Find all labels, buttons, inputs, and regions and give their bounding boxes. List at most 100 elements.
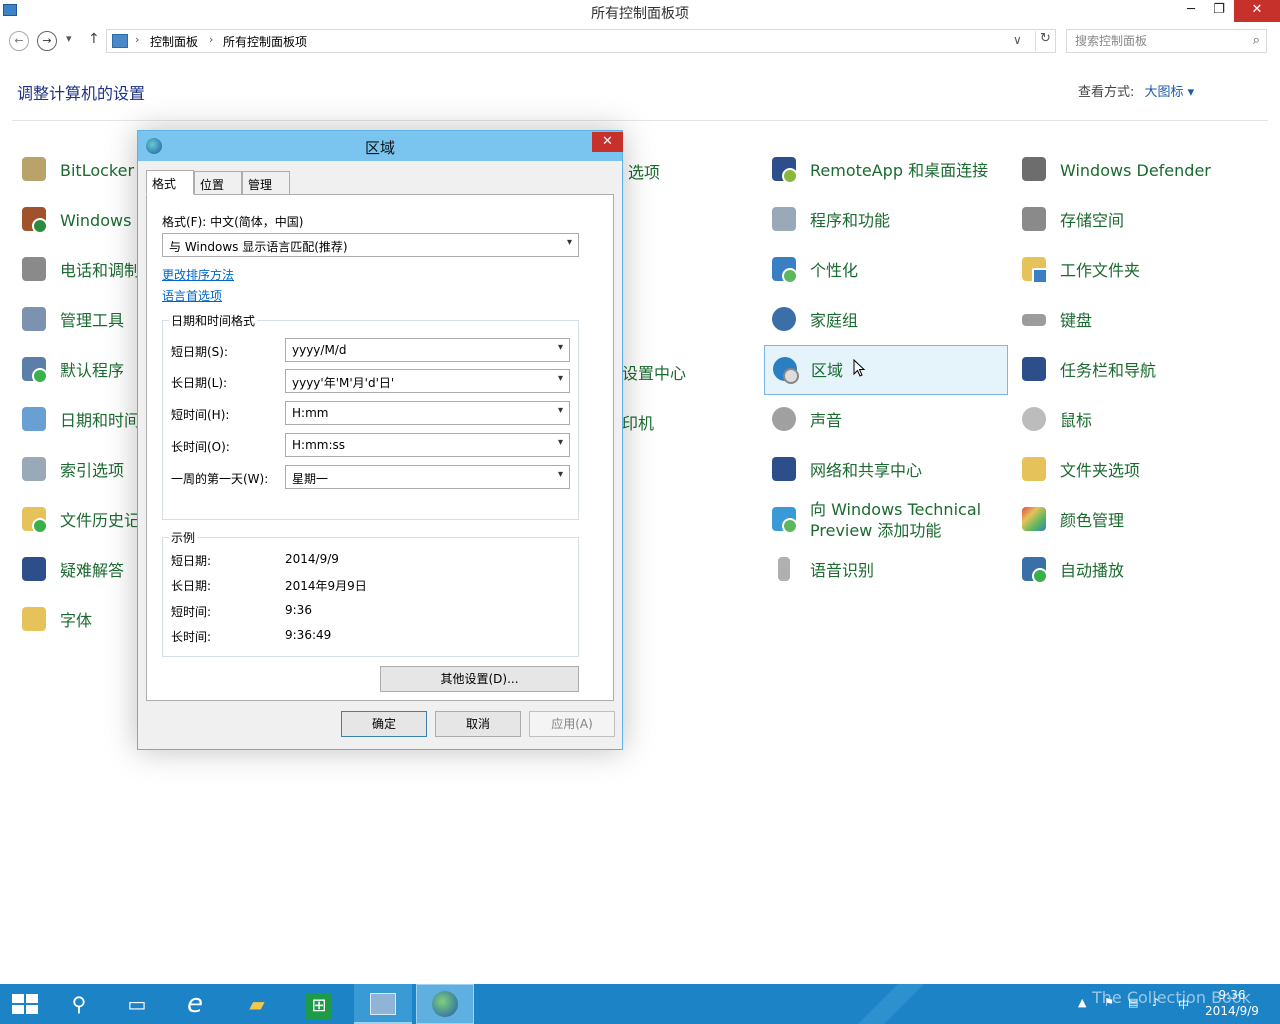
- admin-tools-icon: [18, 304, 50, 336]
- speaker-icon: [768, 404, 800, 436]
- internet-explorer-button[interactable]: e: [166, 984, 224, 1024]
- short-date-select[interactable]: yyyy/M/d ▾: [285, 338, 570, 362]
- cp-item-folder-options[interactable]: 文件夹选项: [1014, 446, 1140, 494]
- action-center-icon[interactable]: ⚑: [1104, 996, 1114, 1009]
- cp-item-remoteapp[interactable]: RemoteApp 和桌面连接: [764, 146, 988, 194]
- chevron-down-icon: ▾: [557, 437, 563, 448]
- clock[interactable]: 9:36 2014/9/9: [1204, 987, 1260, 1019]
- cp-item-mouse[interactable]: 鼠标: [1014, 396, 1092, 444]
- cp-item-sound[interactable]: 声音: [764, 396, 842, 444]
- view-by-dropdown[interactable]: 大图标 ▾: [1145, 85, 1195, 100]
- forward-button[interactable]: →: [37, 31, 57, 51]
- cp-item-taskbar-navigation[interactable]: 任务栏和导航: [1014, 346, 1156, 394]
- cp-item-add-features[interactable]: 向 Windows Technical Preview 添加功能: [764, 496, 990, 544]
- dialog-title-bar[interactable]: 区域 ✕: [138, 131, 623, 161]
- search-input[interactable]: [1067, 30, 1237, 52]
- store-button[interactable]: ⊞: [290, 984, 348, 1024]
- maximize-button[interactable]: ❐: [1206, 0, 1232, 22]
- dialog-close-button[interactable]: ✕: [592, 132, 623, 152]
- up-button[interactable]: ↑: [88, 31, 100, 47]
- cp-item-partial-printers[interactable]: 印机: [622, 410, 654, 434]
- search-box[interactable]: ⌕: [1066, 29, 1267, 53]
- recent-locations-button[interactable]: ▾: [66, 32, 72, 45]
- show-hidden-icons-button[interactable]: ▲: [1078, 996, 1086, 1009]
- region-taskbar-button[interactable]: [416, 984, 474, 1024]
- input-method-icon[interactable]: 中: [1178, 996, 1189, 1012]
- indexing-icon: [18, 454, 50, 486]
- view-by-label: 查看方式:: [1078, 85, 1135, 100]
- tab-formats[interactable]: 格式: [146, 170, 194, 195]
- cp-item-bitlocker[interactable]: BitLocker: [14, 146, 134, 194]
- network-icon[interactable]: ▤: [1128, 996, 1138, 1009]
- windows-logo-icon: [12, 994, 38, 1014]
- task-view-button[interactable]: ▭: [108, 984, 166, 1024]
- examples-group: 示例 短日期: 2014/9/9 长日期: 2014年9月9日 短时间: 9:3…: [162, 529, 579, 657]
- clock-time: 9:36: [1218, 988, 1246, 1002]
- cp-item-personalization[interactable]: 个性化: [764, 246, 858, 294]
- change-sorting-link[interactable]: 更改排序方法: [162, 266, 234, 283]
- mouse-cursor-icon: [853, 359, 866, 377]
- cp-item-autoplay[interactable]: 自动播放: [1014, 546, 1124, 594]
- clock-date: 2014/9/9: [1205, 1004, 1259, 1018]
- examples-group-title: 示例: [169, 529, 198, 546]
- back-button[interactable]: ←: [9, 31, 29, 51]
- tab-location[interactable]: 位置: [194, 171, 242, 195]
- cp-item-partial-center[interactable]: 设置中心: [622, 360, 686, 384]
- long-date-select[interactable]: yyyy'年'M'月'd'日' ▾: [285, 369, 570, 393]
- tab-administrative[interactable]: 管理: [242, 171, 290, 195]
- cp-item-indexing[interactable]: 索引选项: [14, 446, 124, 494]
- start-button[interactable]: [0, 984, 50, 1024]
- cp-item-work-folders[interactable]: 工作文件夹: [1014, 246, 1140, 294]
- close-button[interactable]: ✕: [1234, 0, 1280, 22]
- cp-item-keyboard[interactable]: 键盘: [1014, 296, 1092, 344]
- cp-item-troubleshooting[interactable]: 疑难解答: [14, 546, 124, 594]
- cp-item-region[interactable]: 区域: [764, 345, 1008, 395]
- breadcrumb-separator[interactable]: ›: [209, 33, 213, 46]
- search-icon[interactable]: ⌕: [1253, 33, 1260, 48]
- volume-icon[interactable]: ♪: [1152, 996, 1159, 1009]
- additional-settings-button[interactable]: 其他设置(D)...: [380, 666, 579, 692]
- cp-item-programs-features[interactable]: 程序和功能: [764, 196, 890, 244]
- cp-item-network-sharing[interactable]: 网络和共享中心: [764, 446, 922, 494]
- short-time-select[interactable]: H:mm ▾: [285, 401, 570, 425]
- example-long-time-value: 9:36:49: [285, 628, 332, 642]
- fonts-icon: [18, 604, 50, 636]
- cp-item-phone-modem[interactable]: 电话和调制: [14, 246, 140, 294]
- apply-button[interactable]: 应用(A): [529, 711, 615, 737]
- bitlocker-icon: [18, 154, 50, 186]
- cp-item-admin-tools[interactable]: 管理工具: [14, 296, 124, 344]
- cp-item-homegroup[interactable]: 家庭组: [764, 296, 858, 344]
- defender-icon: [1018, 154, 1050, 186]
- cancel-button[interactable]: 取消: [435, 711, 521, 737]
- first-day-select[interactable]: 星期一 ▾: [285, 465, 570, 489]
- cp-item-windows-defender[interactable]: Windows Defender: [1014, 146, 1211, 194]
- breadcrumb-control-panel[interactable]: 控制面板: [150, 33, 198, 50]
- cp-item-storage-spaces[interactable]: 存储空间: [1014, 196, 1124, 244]
- minimize-button[interactable]: ─: [1176, 0, 1206, 22]
- cp-item-color-management[interactable]: 颜色管理: [1014, 496, 1124, 544]
- cp-item-file-history[interactable]: 文件历史记: [14, 496, 140, 544]
- formats-panel: 格式(F): 中文(简体，中国) 与 Windows 显示语言匹配(推荐) ▾ …: [146, 194, 614, 701]
- address-dropdown-button[interactable]: ∨: [1013, 33, 1022, 47]
- long-time-select[interactable]: H:mm:ss ▾: [285, 433, 570, 457]
- control-panel-taskbar-button[interactable]: [354, 984, 412, 1024]
- cp-item-date-time[interactable]: 日期和时间: [14, 396, 140, 444]
- format-select[interactable]: 与 Windows 显示语言匹配(推荐) ▾: [162, 233, 579, 257]
- short-time-label: 短时间(H):: [171, 408, 230, 422]
- refresh-button[interactable]: ↻: [1035, 31, 1055, 51]
- cp-item-speech-recognition[interactable]: 语音识别: [764, 546, 874, 594]
- breadcrumb-all-items[interactable]: 所有控制面板项: [223, 33, 307, 50]
- ok-button[interactable]: 确定: [341, 711, 427, 737]
- breadcrumb-separator[interactable]: ›: [135, 33, 139, 46]
- title-bar: 所有控制面板项 ─ ❐ ✕: [0, 0, 1280, 22]
- cp-item-default-programs[interactable]: 默认程序: [14, 346, 124, 394]
- folder-options-icon: [1018, 454, 1050, 486]
- cp-item-windows-firewall[interactable]: Windows: [14, 196, 131, 244]
- cp-item-partial-options[interactable]: 选项: [628, 159, 660, 183]
- search-taskbar-button[interactable]: ⚲: [50, 984, 108, 1024]
- file-explorer-button[interactable]: ▰: [228, 984, 286, 1024]
- programs-icon: [768, 204, 800, 236]
- cp-item-fonts[interactable]: 字体: [14, 596, 92, 644]
- language-preferences-link[interactable]: 语言首选项: [162, 287, 222, 304]
- address-bar[interactable]: › 控制面板 › 所有控制面板项 ∨ ↻: [106, 29, 1056, 53]
